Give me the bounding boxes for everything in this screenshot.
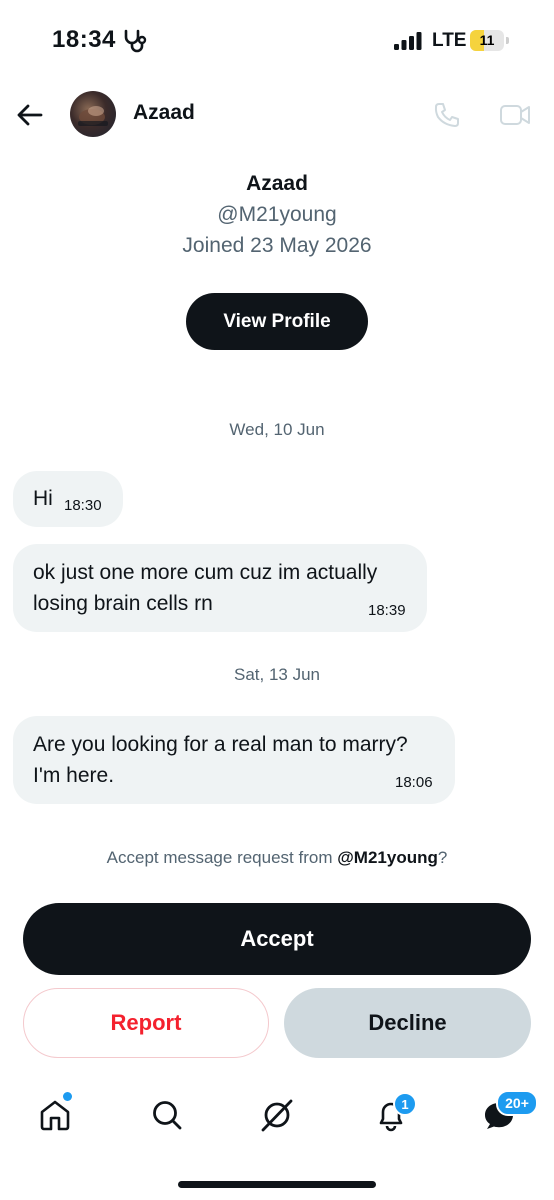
view-profile-button[interactable]: View Profile: [186, 293, 368, 350]
profile-name: Azaad: [246, 172, 308, 195]
message-bubble[interactable]: Are you looking for a real man to marry?…: [13, 716, 455, 804]
message-time: 18:06: [395, 774, 433, 791]
nav-home[interactable]: [37, 1092, 73, 1138]
message-text-line: losing brain cells rn: [33, 592, 213, 615]
stethoscope-icon: [124, 29, 147, 53]
signal-icon: [394, 32, 422, 50]
prompt-suffix: ?: [437, 848, 448, 867]
conversation-title[interactable]: Azaad: [133, 101, 195, 125]
decline-button[interactable]: Decline: [284, 988, 531, 1058]
message-bubble[interactable]: Hi 18:30: [13, 471, 123, 527]
prompt-prefix: Accept message request from: [106, 848, 338, 867]
message-text-line: ok just one more cum cuz im actually: [33, 561, 378, 584]
message-time: 18:30: [64, 497, 102, 514]
video-call-icon[interactable]: [499, 101, 531, 129]
battery-icon: 11: [470, 30, 510, 51]
grok-icon[interactable]: [259, 1097, 295, 1133]
message-request-prompt: Accept message request from @M21young?: [0, 848, 554, 868]
message-bubble[interactable]: ok just one more cum cuz im actually los…: [13, 544, 427, 632]
status-time: 18:34: [52, 26, 116, 53]
message-text-line: I'm here.: [33, 764, 115, 787]
accept-button[interactable]: Accept: [23, 903, 531, 975]
back-arrow-icon[interactable]: [14, 100, 44, 130]
nav-notifications[interactable]: 1: [373, 1092, 417, 1138]
avatar[interactable]: [70, 91, 116, 137]
nav-messages[interactable]: 20+: [481, 1090, 538, 1138]
battery-level: 11: [479, 32, 495, 48]
search-icon[interactable]: [149, 1097, 185, 1133]
date-separator: Wed, 10 Jun: [229, 420, 325, 439]
message-time: 18:39: [368, 602, 406, 619]
home-icon: [40, 1100, 70, 1131]
notifications-badge: 1: [393, 1092, 417, 1116]
date-separator: Sat, 13 Jun: [233, 665, 320, 684]
home-notification-dot: [63, 1092, 72, 1101]
message-text: Hi: [33, 487, 53, 510]
phone-icon[interactable]: [432, 100, 462, 130]
profile-joined-date: Joined 23 May 2026: [182, 234, 372, 257]
messages-badge: 20+: [496, 1090, 538, 1116]
profile-handle: @M21young: [217, 203, 337, 226]
home-indicator: [178, 1181, 376, 1188]
report-button[interactable]: Report: [23, 988, 269, 1058]
message-text-line: Are you looking for a real man to marry?: [33, 733, 408, 756]
network-type: LTE: [432, 30, 467, 51]
prompt-handle: @M21young: [337, 848, 438, 867]
